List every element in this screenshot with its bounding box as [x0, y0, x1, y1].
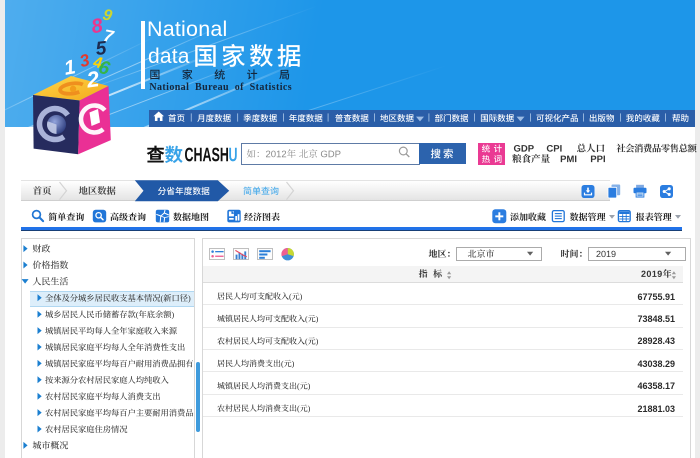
- svg-text:1: 1: [62, 56, 77, 80]
- svg-text:9: 9: [101, 6, 114, 25]
